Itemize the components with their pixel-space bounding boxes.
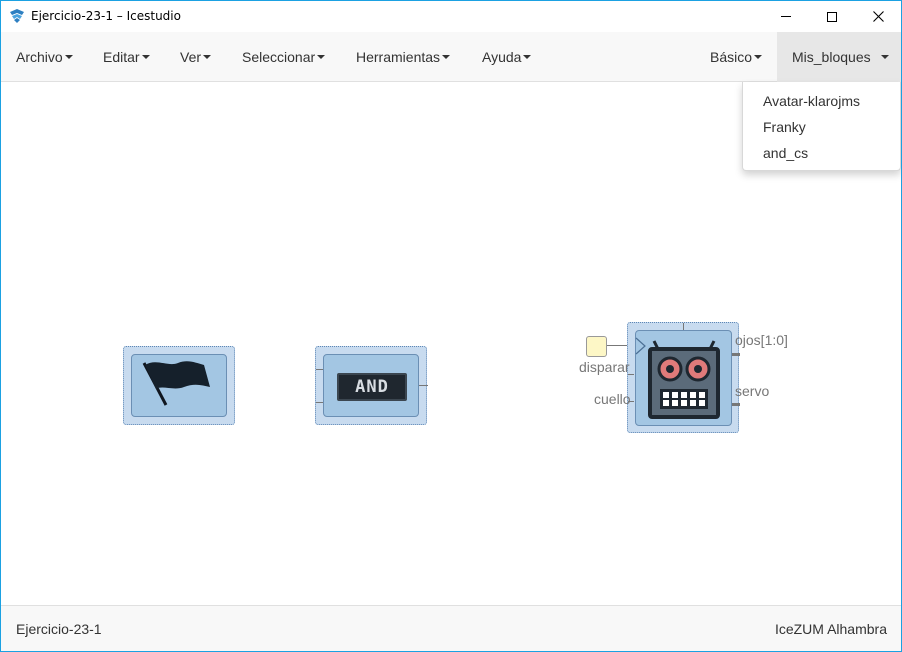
caret-down-icon [64,55,73,60]
flag-block-body [131,354,227,417]
menu-label: Ayuda [482,49,522,65]
icestudio-logo-icon [9,9,25,23]
caret-down-icon [203,55,212,60]
and-block[interactable]: AND [315,346,428,425]
caret-down-icon [141,55,150,60]
status-bar: Ejercicio-23-1 IceZUM Alhambra [1,605,901,651]
menu-basico[interactable]: Básico [710,32,763,82]
disparar-input-pin[interactable] [586,336,607,357]
board-selector[interactable]: IceZUM Alhambra [775,621,887,637]
menu-mis-bloques[interactable]: Mis_bloques [777,32,901,82]
dropdown-item-and-cs[interactable]: and_cs [743,140,900,166]
port-label-cuello: cuello [594,391,631,407]
menu-label: Básico [710,49,753,65]
and-gate-label: AND [355,377,389,397]
caret-down-icon [442,55,451,60]
and-output-port [419,385,428,386]
and-gate-icon: AND [337,373,407,401]
menu-label: Herramientas [356,49,441,65]
app-window: Ejercicio-23-1 – Icestudio Archivo Edita… [0,0,902,652]
project-name: Ejercicio-23-1 [16,621,102,637]
menu-label: Seleccionar [242,49,316,65]
caret-down-icon [523,55,532,60]
robot-output-port [732,403,740,406]
robot-block[interactable] [627,322,740,433]
title-bar: Ejercicio-23-1 – Icestudio [1,1,901,32]
menu-label: Editar [103,49,140,65]
menu-label: Mis_bloques [792,49,871,65]
caret-down-icon [754,55,763,60]
caret-down-icon [317,55,326,60]
caret-down-icon [880,55,889,60]
menu-label: Ver [180,49,202,65]
port-label-ojos: ojos[1:0] [735,332,788,348]
menu-archivo[interactable]: Archivo [16,32,73,82]
robot-top-port [683,323,684,330]
maximize-button[interactable] [809,1,855,32]
window-title: Ejercicio-23-1 – Icestudio [31,9,181,23]
minimize-button[interactable] [763,1,809,32]
robot-block-body [635,330,732,426]
port-label-disparar: disparar [579,359,630,375]
menu-label: Archivo [16,49,63,65]
minimize-icon [781,16,791,17]
menu-ver[interactable]: Ver [180,32,212,82]
menu-bar: Archivo Editar Ver Seleccionar Herramien… [1,32,901,82]
menu-herramientas[interactable]: Herramientas [356,32,451,82]
robot-icon [648,340,720,419]
menu-editar[interactable]: Editar [103,32,150,82]
dropdown-item-avatar-klarojms[interactable]: Avatar-klarojms [743,88,900,114]
flag-block[interactable] [123,346,235,425]
mis-bloques-dropdown: Avatar-klarojms Franky and_cs [742,82,901,171]
port-label-servo: servo [735,383,770,399]
and-block-body: AND [323,354,419,417]
maximize-icon [827,11,837,22]
dropdown-item-franky[interactable]: Franky [743,114,900,140]
flag-icon [142,361,210,406]
close-button[interactable] [855,1,901,32]
close-icon [872,11,884,22]
menu-ayuda[interactable]: Ayuda [482,32,532,82]
menu-seleccionar[interactable]: Seleccionar [242,32,326,82]
robot-output-port [732,353,740,356]
